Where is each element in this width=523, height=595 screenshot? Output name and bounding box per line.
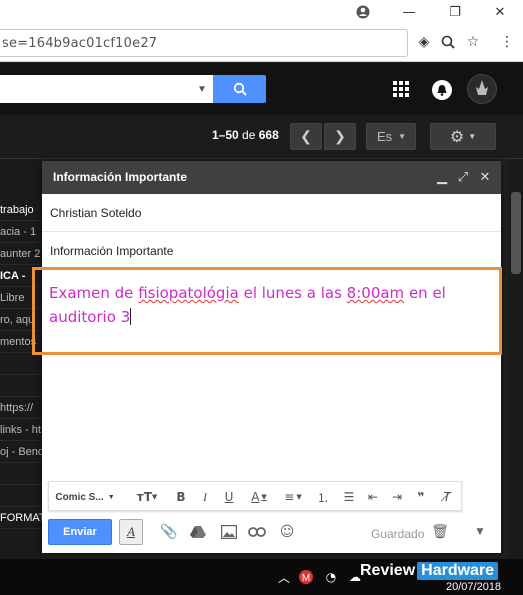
zoom-icon[interactable]: [438, 32, 458, 52]
indent-more-icon[interactable]: ⇥: [387, 487, 407, 507]
list-item[interactable]: links - ht: [0, 419, 42, 441]
saved-status: Guardado: [371, 527, 425, 541]
chevron-up-icon[interactable]: ︿: [275, 568, 293, 586]
url-text: se=164b9ac01cf10e27: [2, 36, 158, 51]
font-family-select[interactable]: Comic S... ▼: [53, 487, 117, 507]
font-size-icon[interactable]: тT ▼: [133, 487, 161, 507]
misspelled-word: fisiopatológia: [138, 284, 239, 302]
mail-toolbar: 1–50 de 668 ❮ ❯ Es ▼ ⚙ ▼: [0, 115, 523, 159]
emoji-icon[interactable]: ☺: [277, 522, 297, 542]
extension-icon[interactable]: ◈: [414, 32, 434, 52]
list-item[interactable]: trabajo: [0, 199, 42, 221]
message-list: trabajo acia - 1 aunter 2 ICA - Libre ro, aq…: [0, 159, 42, 559]
minimize-compose-icon[interactable]: ▁: [432, 167, 452, 187]
recipient-text: Christian Soteldo: [50, 206, 142, 220]
gmail-header: ▼: [0, 63, 523, 115]
watermark-logo: Review Hardware: [360, 560, 499, 582]
send-button[interactable]: Enviar: [48, 519, 112, 545]
taskbar-date: 20/07/2018: [446, 581, 502, 593]
bold-icon[interactable]: B: [171, 487, 191, 507]
text-cursor: [130, 308, 132, 325]
quote-icon[interactable]: ❞: [411, 487, 431, 507]
compose-window: Información Importante ▁ ⤢ ✕ Christian S…: [32, 161, 502, 553]
apps-grid-icon[interactable]: [392, 80, 412, 100]
list-item[interactable]: https://: [0, 397, 42, 419]
menu-dots-icon[interactable]: ⋮: [497, 32, 517, 52]
gear-icon: ⚙: [449, 128, 465, 146]
expand-compose-icon[interactable]: ⤢: [453, 167, 473, 187]
minimize-icon[interactable]: —: [386, 0, 432, 24]
subject-text: Información Importante: [50, 244, 174, 258]
search-button[interactable]: [213, 75, 266, 103]
list-item[interactable]: acia - 1: [0, 221, 42, 243]
to-field[interactable]: Christian Soteldo: [42, 194, 501, 232]
compose-bottom-bar: Enviar A 📎 ☺ Guardado 🗑 ▼: [42, 517, 501, 553]
windows-taskbar: ︿ M ◔ ☁ Review Hardware 20/07/2018: [0, 559, 523, 595]
address-input[interactable]: se=164b9ac01cf10e27: [0, 29, 408, 57]
network-icon[interactable]: ◔: [322, 568, 340, 586]
notifications-icon[interactable]: [432, 80, 452, 100]
search-input[interactable]: [0, 75, 214, 103]
search-options-icon[interactable]: ▼: [190, 75, 214, 103]
list-item[interactable]: aunter 2: [0, 243, 42, 265]
list-item[interactable]: [0, 353, 42, 375]
avatar[interactable]: [467, 74, 497, 104]
next-page-button[interactable]: ❯: [324, 123, 356, 150]
link-icon[interactable]: [247, 522, 267, 542]
formatting-options-icon[interactable]: A: [119, 519, 143, 545]
formatting-toolbar: Comic S... ▼ тT ▼ B I U A ▼ ≡ ▼ ⒈ ☰ ⇤ ⇥ ❞ T̸: [48, 481, 462, 511]
remove-formatting-icon[interactable]: T̸: [437, 487, 457, 507]
close-compose-icon[interactable]: ✕: [475, 167, 495, 187]
input-tools-button[interactable]: Es ▼: [366, 123, 416, 150]
align-icon[interactable]: ≡ ▼: [279, 487, 307, 507]
subject-field[interactable]: Información Importante: [42, 232, 501, 270]
numbered-list-icon[interactable]: ⒈: [313, 487, 333, 507]
restore-icon[interactable]: ❐: [432, 0, 478, 24]
close-window-icon[interactable]: ✕: [477, 0, 523, 24]
italic-icon[interactable]: I: [195, 487, 215, 507]
list-item[interactable]: [0, 485, 42, 507]
list-item[interactable]: [0, 375, 42, 397]
settings-button[interactable]: ⚙ ▼: [430, 123, 496, 150]
underline-icon[interactable]: U: [219, 487, 239, 507]
more-options-icon[interactable]: ▼: [470, 522, 490, 542]
message-body[interactable]: Examen de fisiopatológia el lunes a las …: [49, 281, 489, 329]
list-item[interactable]: oj - Bend: [0, 441, 42, 463]
tray-app-icon[interactable]: M: [297, 568, 315, 586]
insert-photo-icon[interactable]: [219, 522, 239, 542]
list-item[interactable]: [0, 463, 42, 485]
url-bar: se=164b9ac01cf10e27 ◈ ☆ ⋮: [0, 24, 523, 62]
svg-text:M: M: [302, 573, 310, 584]
prev-page-button[interactable]: ❮: [290, 123, 322, 150]
compose-header: Información Importante ▁ ⤢ ✕: [42, 161, 501, 194]
pagination-text: 1–50 de 668: [212, 128, 279, 142]
compose-title: Información Importante: [53, 170, 188, 184]
text-color-icon[interactable]: A ▼: [245, 487, 273, 507]
bulleted-list-icon[interactable]: ☰: [339, 487, 359, 507]
indent-less-icon[interactable]: ⇤: [363, 487, 383, 507]
discard-icon[interactable]: 🗑: [430, 522, 450, 542]
list-item[interactable]: FORMAT: [0, 507, 42, 529]
scrollbar-thumb[interactable]: [511, 192, 521, 274]
drive-icon[interactable]: [188, 522, 208, 542]
attach-icon[interactable]: 📎: [159, 522, 179, 542]
search-icon: [233, 82, 247, 96]
browser-titlebar: — ❐ ✕: [0, 0, 523, 24]
bookmark-star-icon[interactable]: ☆: [463, 32, 483, 52]
account-icon[interactable]: [340, 0, 386, 24]
